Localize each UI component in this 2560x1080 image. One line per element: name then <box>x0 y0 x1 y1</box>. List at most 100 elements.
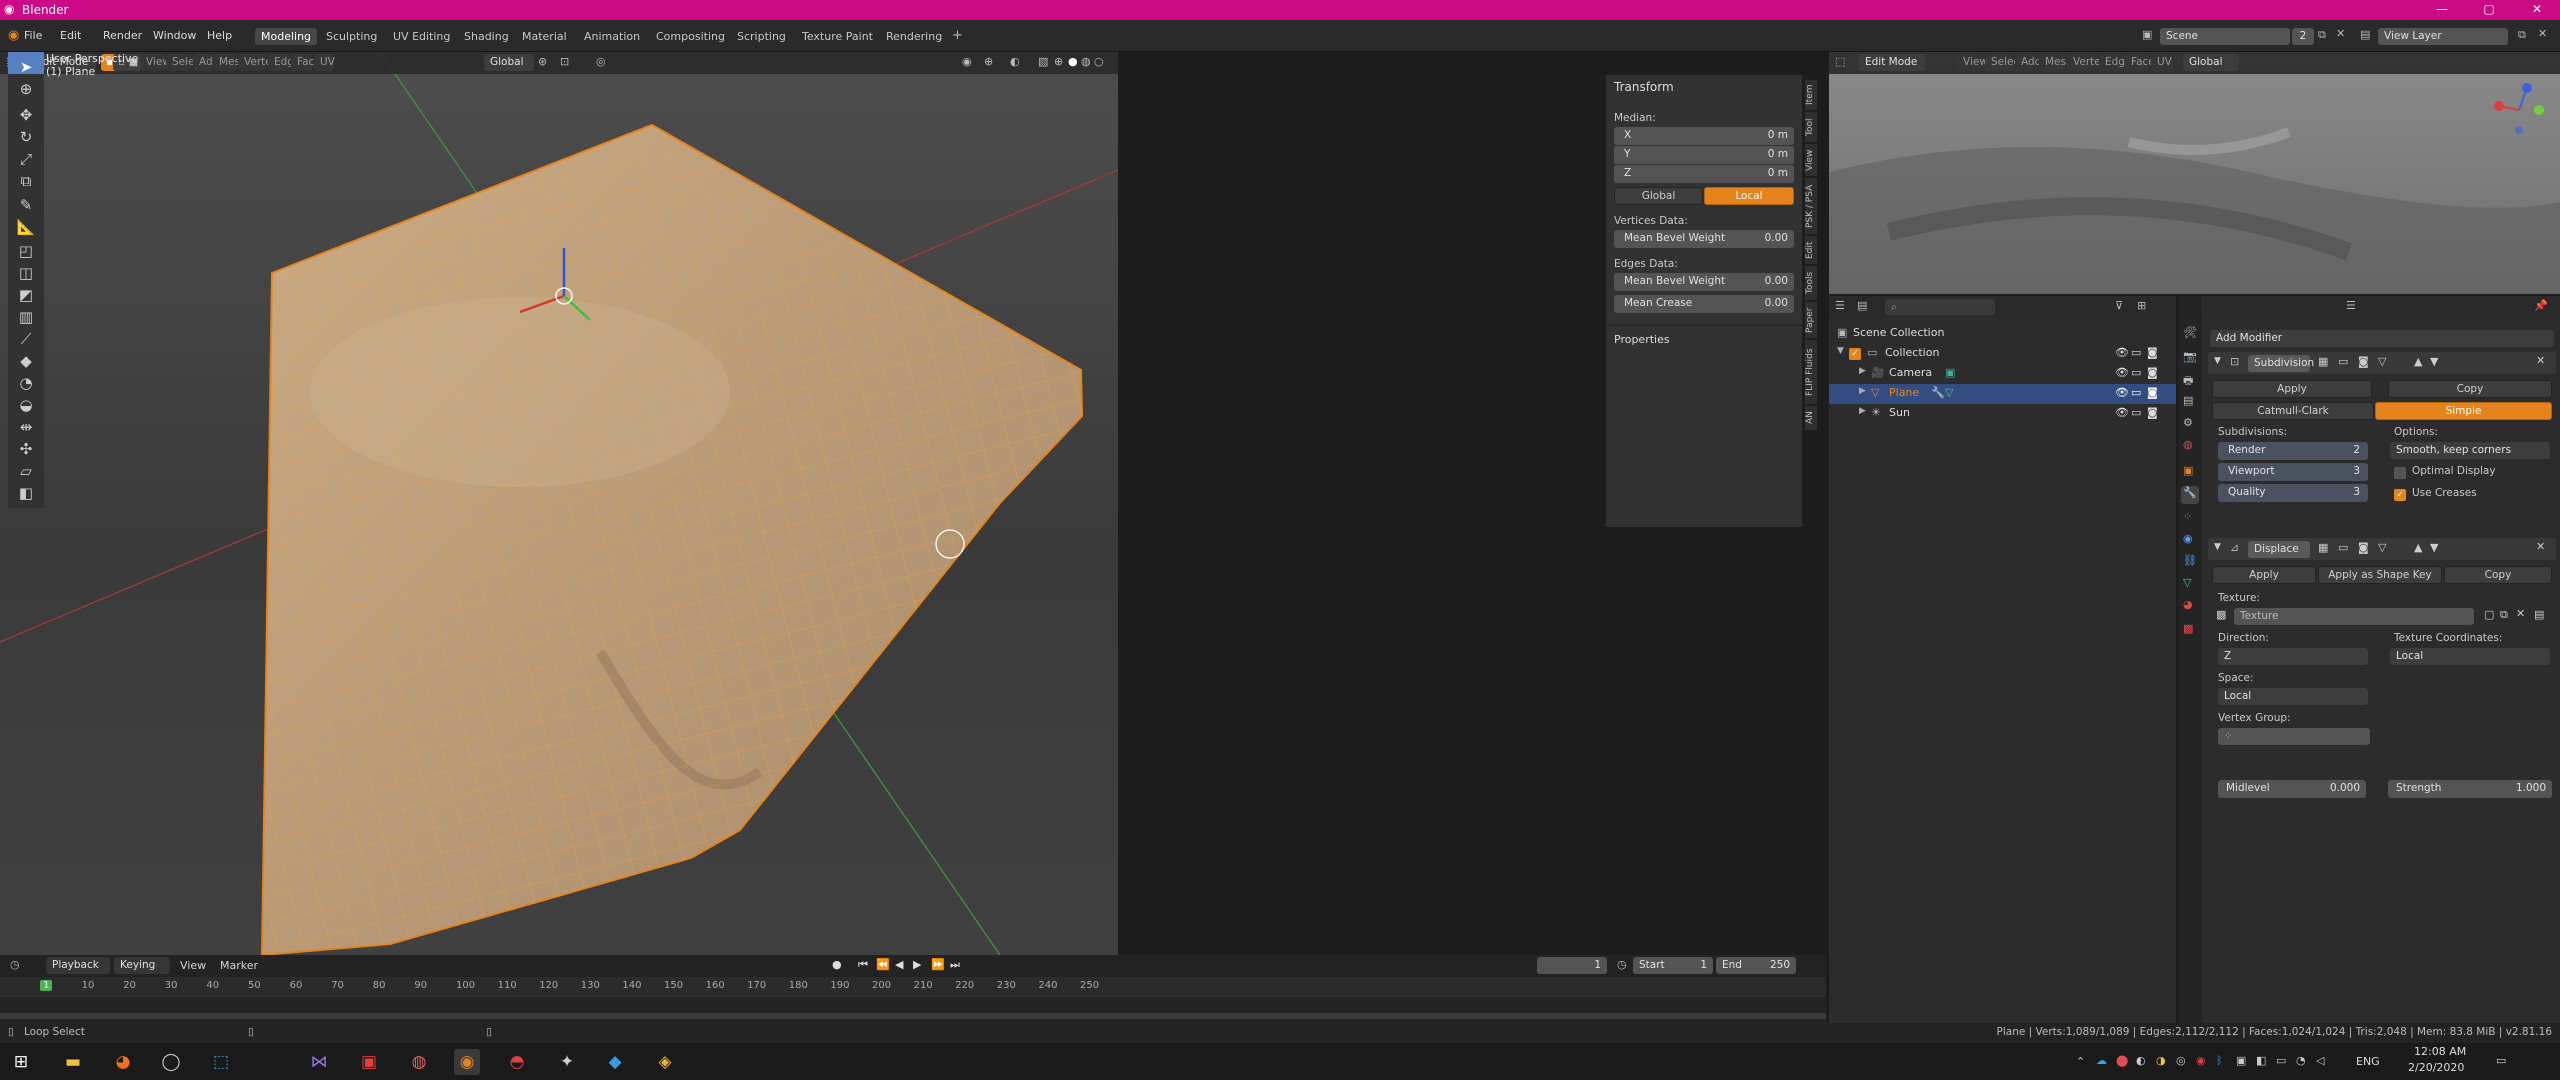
timeline-view-menu[interactable]: View <box>180 959 206 972</box>
tab-psk-psa[interactable]: PSK / PSA <box>1805 178 1817 234</box>
end-frame-field[interactable]: End 250 <box>1716 957 1796 974</box>
sun-visibility-icon[interactable]: 👁 <box>2115 406 2129 419</box>
collection-viewport-icon[interactable]: ▭ <box>2131 346 2141 359</box>
prev-keyframe-icon[interactable]: ⏪ <box>876 958 890 971</box>
secondary-orientation-dropdown[interactable]: Global <box>2183 54 2239 71</box>
start-frame-field[interactable]: Start 1 <box>1633 957 1713 974</box>
collapse-subdivision-icon[interactable]: ▼ <box>2214 356 2221 366</box>
proportional-edit-icon[interactable]: ◎ <box>596 55 606 68</box>
select-menu[interactable]: Select <box>166 54 204 71</box>
texture-fake-user-icon[interactable]: ▢ <box>2484 608 2494 621</box>
playback-dropdown[interactable]: Playback <box>46 957 110 974</box>
tab-paper[interactable]: Paper <box>1805 302 1817 338</box>
timeline[interactable]: ◷ Playback Keying View Marker ● ⏮ ⏪ ◀ ▶ … <box>0 955 1826 1023</box>
direction-dropdown[interactable]: Z <box>2218 648 2368 665</box>
tab-texture-paint[interactable]: Texture Paint <box>796 28 879 45</box>
collapse-displace-icon[interactable]: ▼ <box>2214 542 2221 552</box>
outliner-item-camera[interactable]: ▶ 🎥 Camera ▣ 👁 ▭ ◙ <box>1829 364 2176 384</box>
outliner-search-input[interactable]: ⌕ <box>1885 299 1995 315</box>
clock-date[interactable]: 2/20/2020 <box>2408 1061 2464 1074</box>
visual-studio-icon[interactable]: ⋈ <box>306 1049 332 1075</box>
tab-material[interactable]: Material <box>516 28 573 45</box>
properties-editor-icon[interactable]: ☰ <box>2346 299 2356 312</box>
render-levels-field[interactable]: Render 2 <box>2218 442 2368 460</box>
add-menu[interactable]: Add <box>193 54 219 71</box>
texture-unlink-icon[interactable]: ✕ <box>2516 607 2525 620</box>
tab-scripting[interactable]: Scripting <box>731 28 792 45</box>
physics-props-icon[interactable]: ◉ <box>2183 532 2193 545</box>
tray-network-icon[interactable]: ◔ <box>2296 1054 2306 1067</box>
keying-dropdown[interactable]: Keying <box>114 957 170 974</box>
texture-browse-icon[interactable]: ▩ <box>2216 608 2226 621</box>
plane-render-icon[interactable]: ◙ <box>2147 386 2158 399</box>
edge-menu[interactable]: Edge <box>268 54 300 71</box>
outliner-item-sun[interactable]: ▶ ☀ Sun 👁 ▭ ◙ <box>1829 404 2176 424</box>
sun-viewport-icon[interactable]: ▭ <box>2131 406 2141 419</box>
render-props-icon[interactable]: 📷 <box>2183 350 2197 363</box>
secondary-mesh-menu[interactable]: Mesh <box>2039 54 2073 71</box>
app-chrome-icon[interactable]: ◍ <box>406 1049 432 1075</box>
constraints-props-icon[interactable]: ⛓ <box>2183 554 2197 567</box>
tab-item[interactable]: Item <box>1805 80 1817 110</box>
snap-icon[interactable]: ⊡ <box>560 55 569 68</box>
preview-range-icon[interactable]: ◷ <box>1617 958 1627 971</box>
jump-start-icon[interactable]: ⏮ <box>858 958 868 972</box>
output-props-icon[interactable]: 🖶 <box>2183 372 2193 391</box>
tab-uv-editing[interactable]: UV Editing <box>387 28 456 45</box>
tray-chevron-icon[interactable]: ⌃ <box>2076 1055 2085 1068</box>
jump-end-icon[interactable]: ⏭ <box>950 958 960 972</box>
texture-props-icon[interactable]: ▩ <box>2183 622 2193 635</box>
vertex-menu[interactable]: Vertex <box>238 54 278 71</box>
new-scene-icon[interactable]: ⧉ <box>2318 28 2326 42</box>
add-modifier-dropdown[interactable]: Add Modifier <box>2210 330 2554 347</box>
mean-crease-field[interactable]: Mean Crease 0.00 <box>1614 295 1794 313</box>
new-view-layer-icon[interactable]: ⧉ <box>2518 28 2526 42</box>
firefox-icon[interactable]: ◕ <box>110 1049 136 1075</box>
tray-app-b-icon[interactable]: ◐ <box>2136 1054 2146 1067</box>
properties-editor[interactable]: 🛠 📷 🖶 ▤ ⚙ ◍ ▣ 🔧 ⁘ ◉ ⛓ ▽ ◕ ▩ ☰ 📌 Add Modi… <box>2178 296 2560 1023</box>
displace-apply-button[interactable]: Apply <box>2212 566 2316 584</box>
apply-shape-key-button[interactable]: Apply as Shape Key <box>2318 566 2442 584</box>
menu-help[interactable]: Help <box>207 29 232 42</box>
expand-sun-icon[interactable]: ▶ <box>1859 406 1866 416</box>
strength-field[interactable]: Strength 1.000 <box>2388 780 2552 798</box>
object-props-icon[interactable]: ▣ <box>2183 464 2193 477</box>
timeline-scrollbar[interactable] <box>0 1013 1826 1019</box>
median-y-field[interactable]: Y 0 m <box>1614 146 1794 164</box>
mesh-menu[interactable]: Mesh <box>213 54 247 71</box>
input-language[interactable]: ENG <box>2356 1055 2380 1068</box>
camera-visibility-icon[interactable]: 👁 <box>2115 366 2129 379</box>
secondary-vertex-menu[interactable]: Vertex <box>2067 54 2107 71</box>
face-menu[interactable]: Face <box>291 54 321 71</box>
transform-orientation-dropdown[interactable]: Global <box>484 54 534 71</box>
display-mode-icon[interactable]: ▤ <box>1857 299 1867 312</box>
scene-collection-row[interactable]: ▣ Scene Collection <box>1829 324 2176 344</box>
displace-remove-icon[interactable]: ✕ <box>2536 540 2545 553</box>
midlevel-field[interactable]: Midlevel 0.000 <box>2218 780 2366 798</box>
texture-field[interactable]: Texture <box>2234 608 2474 625</box>
menu-window[interactable]: Window <box>153 29 196 42</box>
plane-viewport-icon[interactable]: ▭ <box>2131 386 2141 399</box>
collection-checkbox[interactable]: ✓ <box>1849 347 1861 360</box>
tab-animation[interactable]: Animation <box>578 28 646 45</box>
quality-field[interactable]: Quality 3 <box>2218 484 2368 502</box>
blender-taskbar-icon[interactable]: ◉ <box>454 1049 480 1075</box>
subdivision-cage-icon[interactable]: ▽ <box>2378 355 2386 368</box>
new-collection-icon[interactable]: ⊞ <box>2137 299 2146 312</box>
subdivision-remove-icon[interactable]: ✕ <box>2536 354 2545 367</box>
transform-panel-title[interactable]: Transform <box>1614 80 1674 94</box>
scene-props-icon[interactable]: ⚙ <box>2183 416 2193 429</box>
tab-an[interactable]: AN <box>1805 406 1817 430</box>
displace-editmode-icon[interactable]: ▦ <box>2318 541 2328 554</box>
play-reverse-icon[interactable]: ◀ <box>895 958 903 971</box>
expand-plane-icon[interactable]: ▶ <box>1859 386 1866 396</box>
outliner[interactable]: ☰ ▤ ⌕ ⊽ ⊞ ▣ Scene Collection ▼ ✓ ▭ Colle… <box>1829 296 2176 1023</box>
timeline-marker-menu[interactable]: Marker <box>220 959 258 972</box>
menu-edit[interactable]: Edit <box>60 29 81 42</box>
maximize-button[interactable]: ▢ <box>2477 2 2501 16</box>
sun-render-icon[interactable]: ◙ <box>2147 406 2158 419</box>
subdivision-render-icon[interactable]: ◙ <box>2358 355 2369 368</box>
secondary-edge-menu[interactable]: Edge <box>2099 54 2131 71</box>
pivot-icon[interactable]: ⊛ <box>538 55 547 68</box>
camera-render-icon[interactable]: ◙ <box>2147 366 2158 379</box>
